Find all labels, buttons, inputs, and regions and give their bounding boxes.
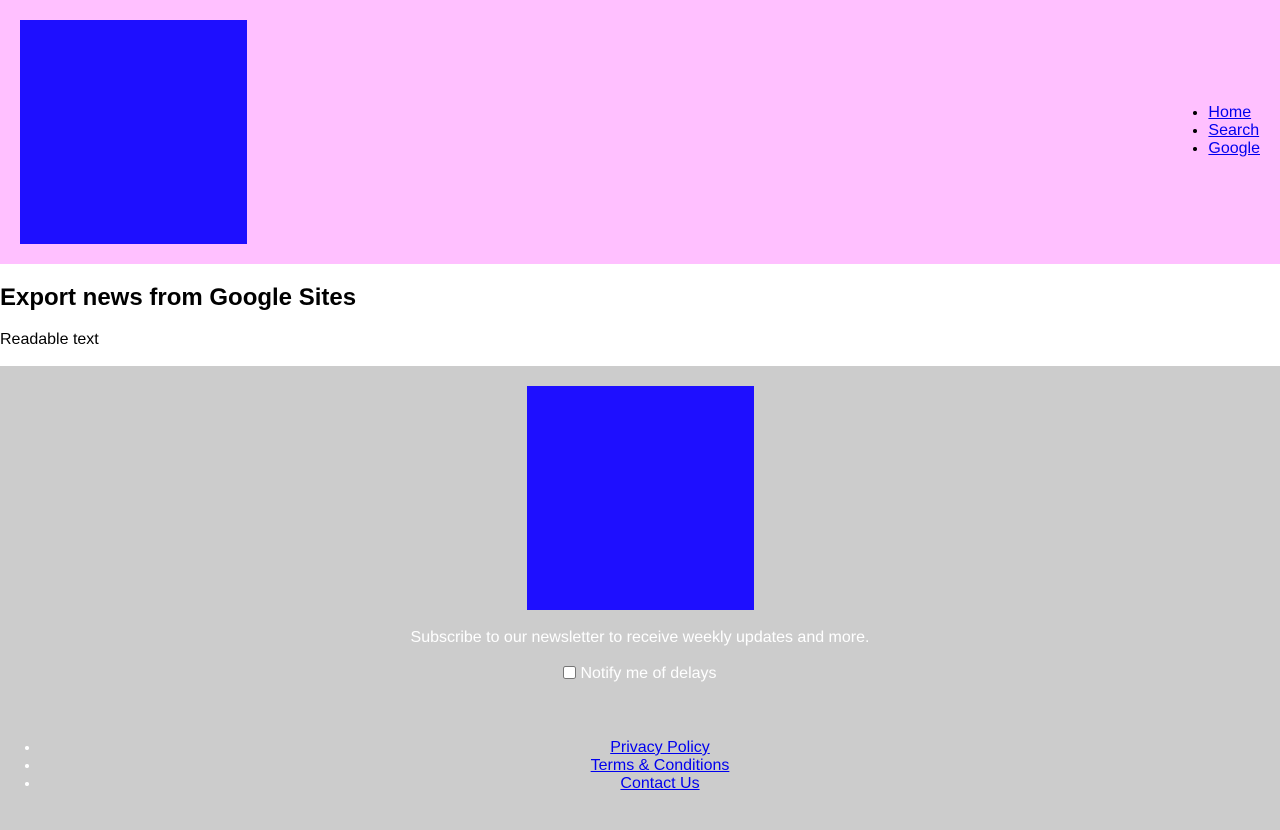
- footer-item-terms: Terms & Conditions: [40, 757, 1280, 775]
- nav-link-search[interactable]: Search: [1208, 122, 1259, 139]
- page-title: Export news from Google Sites: [0, 284, 357, 311]
- header-nav: Home Search Google: [1180, 104, 1260, 158]
- notify-checkbox[interactable]: [563, 666, 577, 679]
- nav-item-google: Google: [1208, 140, 1260, 158]
- privacy-policy-link[interactable]: Privacy Policy: [610, 739, 710, 756]
- notify-label: Notify me of delays: [580, 665, 717, 682]
- newsletter-text: Subscribe to our newsletter to receive w…: [410, 629, 870, 646]
- footer-links: Privacy Policy Terms & Conditions Contac…: [0, 739, 1280, 793]
- header-logo-image: [20, 20, 247, 244]
- terms-conditions-link[interactable]: Terms & Conditions: [591, 757, 730, 774]
- site-footer: Subscribe to our newsletter to receive w…: [0, 366, 1280, 830]
- notify-option[interactable]: Notify me of delays: [0, 665, 1280, 683]
- nav-item-home: Home: [1208, 104, 1260, 122]
- nav-item-search: Search: [1208, 122, 1260, 140]
- contact-us-link[interactable]: Contact Us: [620, 775, 699, 792]
- footer-item-privacy: Privacy Policy: [40, 739, 1280, 757]
- nav-link-home[interactable]: Home: [1208, 104, 1251, 121]
- footer-item-contact: Contact Us: [40, 775, 1280, 793]
- footer-logo-image: [527, 386, 754, 610]
- site-header: Home Search Google: [0, 0, 1280, 264]
- nav-link-google[interactable]: Google: [1208, 140, 1260, 157]
- body-text: Readable text: [0, 331, 99, 348]
